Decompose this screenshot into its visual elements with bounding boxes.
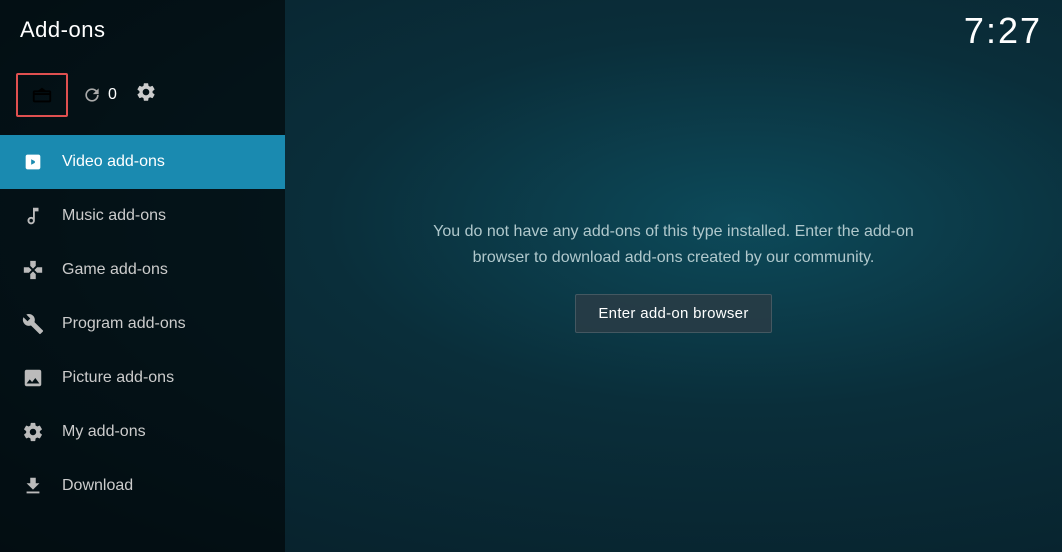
settings-button[interactable] — [135, 81, 157, 109]
sidebar-item-game[interactable]: Game add-ons — [0, 243, 285, 297]
sidebar-item-music[interactable]: Music add-ons — [0, 189, 285, 243]
sidebar-item-program[interactable]: Program add-ons — [0, 297, 285, 351]
sidebar-item-label-my: My add-ons — [62, 423, 146, 441]
sidebar-item-label-download: Download — [62, 477, 133, 495]
video-icon — [20, 149, 46, 175]
sidebar-item-label-program: Program add-ons — [62, 315, 186, 333]
sidebar-item-my[interactable]: My add-ons — [0, 405, 285, 459]
sidebar-item-label-game: Game add-ons — [62, 261, 168, 279]
page-title: Add-ons — [20, 17, 1042, 43]
enter-browser-button[interactable]: Enter add-on browser — [575, 294, 771, 333]
sidebar-toolbar: 0 — [0, 55, 285, 135]
addon-box-button[interactable] — [16, 73, 68, 117]
main-content: You do not have any add-ons of this type… — [285, 0, 1062, 552]
sidebar: 0 Video add-ons Music add-ons — [0, 0, 285, 552]
game-icon — [20, 257, 46, 283]
addon-box-icon — [31, 84, 53, 106]
gear-icon — [135, 81, 157, 103]
sidebar-item-picture[interactable]: Picture add-ons — [0, 351, 285, 405]
update-count: 0 — [108, 86, 117, 104]
header: Add-ons 7:27 — [0, 0, 1062, 60]
music-icon — [20, 203, 46, 229]
download-icon — [20, 473, 46, 499]
my-icon — [20, 419, 46, 445]
program-icon — [20, 311, 46, 337]
refresh-icon — [82, 85, 102, 105]
clock: 7:27 — [964, 10, 1042, 52]
sidebar-item-label-music: Music add-ons — [62, 207, 166, 225]
sidebar-item-download[interactable]: Download — [0, 459, 285, 513]
picture-icon — [20, 365, 46, 391]
update-button[interactable]: 0 — [82, 85, 117, 105]
empty-text: You do not have any add-ons of this type… — [414, 219, 934, 270]
sidebar-item-video[interactable]: Video add-ons — [0, 135, 285, 189]
sidebar-item-label-video: Video add-ons — [62, 153, 165, 171]
sidebar-item-label-picture: Picture add-ons — [62, 369, 174, 387]
empty-state: You do not have any add-ons of this type… — [414, 219, 934, 333]
